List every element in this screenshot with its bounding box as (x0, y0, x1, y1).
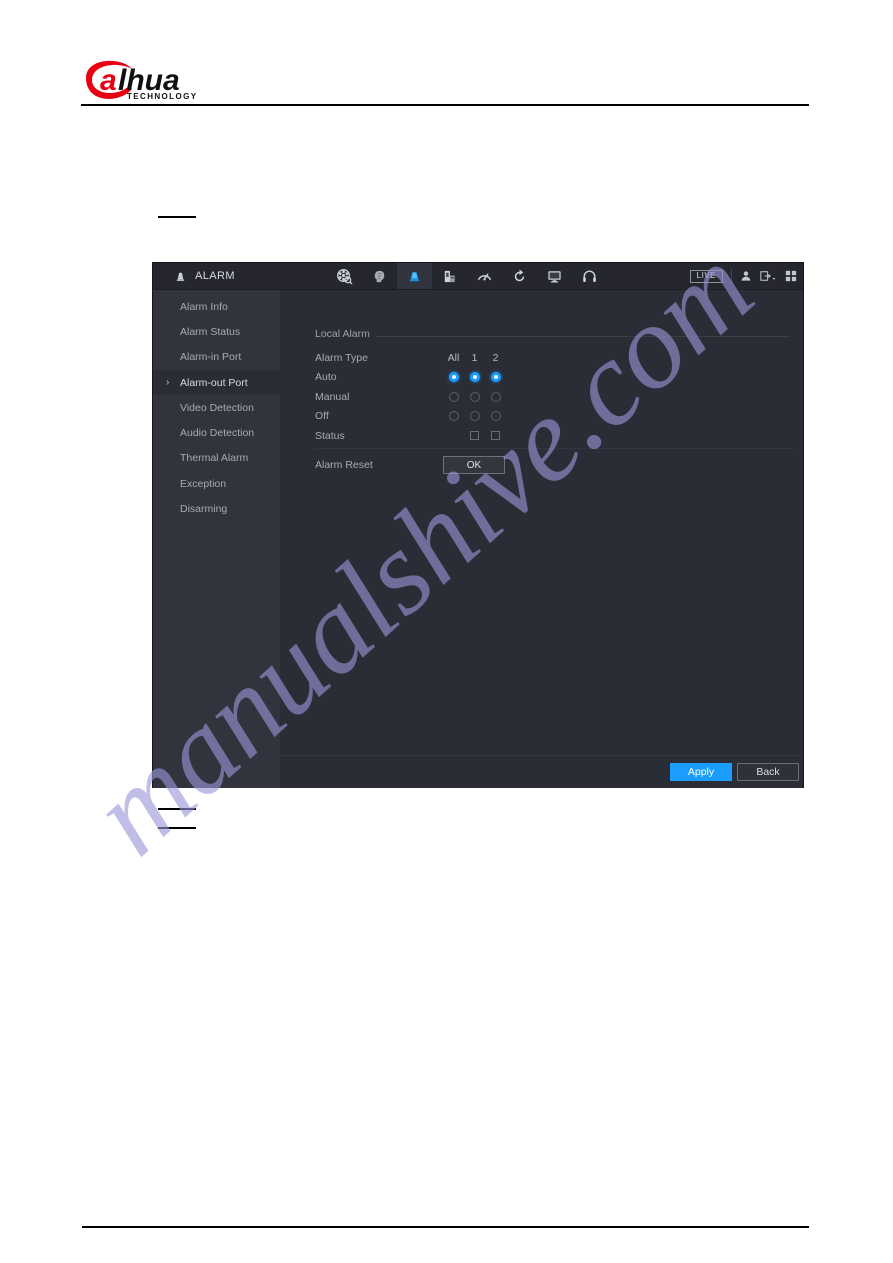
sidebar-item-label: Alarm Info (180, 300, 228, 313)
radio-auto-2[interactable] (490, 372, 501, 383)
sidebar-item-label: Alarm-out Port (180, 376, 248, 389)
chevron-right-icon: › (166, 376, 170, 388)
nvr-tab-bar (327, 263, 607, 289)
alarm-type-table: Alarm Type All 1 2 Auto Manual Off Statu… (315, 348, 795, 446)
sidebar-item-label: Alarm-in Port (180, 351, 242, 364)
nvr-sidebar: Alarm Info Alarm Status Alarm-in Port › … (153, 290, 280, 788)
nvr-main-content: Local Alarm Alarm Type All 1 2 Auto Manu… (280, 290, 803, 788)
alarm-type-label: Alarm Type (315, 351, 368, 364)
section-title: Local Alarm (315, 328, 376, 340)
section-divider (375, 336, 790, 337)
nvr-title: ALARM (153, 269, 261, 284)
column-headers: All 1 2 (443, 352, 506, 364)
sidebar-item-label: Thermal Alarm (180, 452, 249, 465)
alarm-reset-row: Alarm Reset OK (315, 456, 505, 474)
local-alarm-section-header: Local Alarm (315, 328, 798, 342)
nvr-screenshot-panel: ALARM LIVE Alarm Info Alarm Status Alarm… (153, 263, 803, 788)
alarm-reset-ok-button[interactable]: OK (443, 456, 505, 474)
row-label-manual: Manual (315, 390, 350, 403)
sidebar-item-alarm-out-port[interactable]: › Alarm-out Port (153, 369, 280, 396)
radio-off-1[interactable] (469, 411, 480, 422)
row-off: Off (315, 407, 795, 427)
radio-manual-all[interactable] (448, 391, 459, 402)
apps-grid-icon[interactable] (785, 270, 797, 282)
sidebar-item-thermal-alarm[interactable]: Thermal Alarm (153, 446, 280, 471)
sidebar-item-label: Disarming (180, 503, 228, 516)
back-button[interactable]: Back (737, 763, 799, 781)
svg-text:a: a (100, 64, 117, 97)
row-label-status: Status (315, 429, 345, 442)
alarm-reset-label: Alarm Reset (315, 459, 373, 471)
redaction-line-1 (158, 216, 196, 218)
sidebar-item-label: Exception (180, 477, 227, 490)
column-header-1: 1 (471, 351, 478, 364)
dahua-logo: a lhua TECHNOLOGY (82, 58, 222, 102)
tab-maintenance[interactable] (502, 263, 537, 289)
column-header-all: All (447, 351, 460, 364)
redaction-line-2 (158, 808, 196, 810)
tab-display[interactable] (537, 263, 572, 289)
sidebar-item-video-detection[interactable]: Video Detection (153, 395, 280, 420)
row-auto: Auto (315, 368, 795, 388)
row-manual: Manual (315, 387, 795, 407)
row-label-auto: Auto (315, 371, 337, 384)
dahua-logo-icon: a lhua TECHNOLOGY (86, 60, 197, 101)
sidebar-item-alarm-in-port[interactable]: Alarm-in Port (153, 345, 280, 370)
footer-rule (82, 1226, 809, 1228)
sidebar-item-alarm-status[interactable]: Alarm Status (153, 319, 280, 344)
sidebar-item-label: Video Detection (180, 401, 254, 414)
column-header-2: 2 (492, 351, 499, 364)
form-divider (315, 448, 795, 449)
nvr-title-text: ALARM (195, 270, 235, 282)
radio-auto-all[interactable] (448, 372, 459, 383)
svg-text:TECHNOLOGY: TECHNOLOGY (127, 92, 197, 101)
sidebar-item-label: Audio Detection (180, 427, 255, 440)
logout-icon[interactable] (760, 270, 777, 282)
redaction-line-3 (158, 827, 196, 829)
tab-ai[interactable] (362, 263, 397, 289)
radio-off-all[interactable] (448, 411, 459, 422)
user-account-icon[interactable] (740, 270, 752, 282)
alarm-light-icon (173, 269, 188, 284)
sidebar-item-label: Alarm Status (180, 325, 241, 338)
alarm-out-form: Local Alarm Alarm Type All 1 2 Auto Manu… (280, 290, 803, 755)
alarm-type-header-row: Alarm Type All 1 2 (315, 348, 795, 368)
tab-alarm[interactable] (397, 263, 432, 289)
sidebar-item-exception[interactable]: Exception (153, 471, 280, 496)
radio-manual-1[interactable] (469, 391, 480, 402)
nvr-body: Alarm Info Alarm Status Alarm-in Port › … (153, 290, 803, 788)
live-badge: LIVE (689, 269, 723, 283)
sidebar-item-disarming[interactable]: Disarming (153, 496, 280, 521)
sidebar-item-audio-detection[interactable]: Audio Detection (153, 420, 280, 445)
tab-pos[interactable] (432, 263, 467, 289)
tab-network[interactable] (467, 263, 502, 289)
row-status: Status (315, 426, 795, 446)
row-label-off: Off (315, 410, 329, 423)
tab-audio[interactable] (572, 263, 607, 289)
nvr-footer-bar: Apply Back (280, 755, 803, 788)
header-rule (81, 104, 809, 106)
header-divider (731, 269, 732, 283)
tab-search[interactable] (327, 263, 362, 289)
nvr-header-bar: ALARM LIVE (153, 263, 803, 290)
checkbox-status-2[interactable] (491, 431, 500, 441)
radio-off-2[interactable] (490, 411, 501, 422)
radio-manual-2[interactable] (490, 391, 501, 402)
sidebar-item-alarm-info[interactable]: Alarm Info (153, 294, 280, 319)
radio-auto-1[interactable] (469, 372, 480, 383)
apply-button[interactable]: Apply (670, 763, 732, 781)
nvr-header-right: LIVE (689, 263, 797, 289)
checkbox-status-1[interactable] (470, 431, 479, 441)
